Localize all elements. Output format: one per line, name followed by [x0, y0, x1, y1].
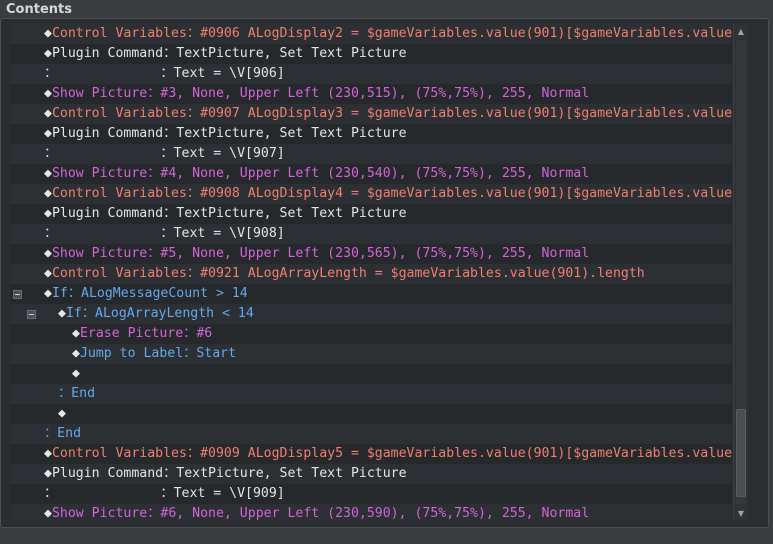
- command-bullet-icon: ◆: [44, 246, 52, 261]
- command-text: Plugin Command：TextPicture, Set Text Pic…: [51, 466, 407, 481]
- command-row[interactable]: ◆Show Picture：#5, None, Upper Left (230,…: [10, 244, 732, 264]
- collapse-toggle-icon[interactable]: [13, 290, 22, 299]
- command-row[interactable]: ◆Control Variables：#0909 ALogDisplay5 = …: [10, 444, 732, 464]
- scroll-thumb[interactable]: [736, 409, 746, 497]
- command-row[interactable]: ◆Show Picture：#3, None, Upper Left (230,…: [10, 84, 732, 104]
- command-row[interactable]: ： ：Text = \V[909]: [10, 484, 732, 504]
- command-text: Show Picture：#6, None, Upper Left (230,5…: [51, 506, 590, 520]
- collapse-toggle-icon[interactable]: [27, 310, 36, 319]
- command-row[interactable]: ◆Plugin Command：TextPicture, Set Text Pi…: [10, 204, 732, 224]
- command-row[interactable]: ◆Erase Picture：#6: [10, 324, 732, 344]
- command-row[interactable]: ◆Control Variables：#0907 ALogDisplay3 = …: [10, 104, 732, 124]
- command-bullet-icon: ◆: [72, 326, 80, 341]
- command-bullet-icon: ◆: [44, 446, 52, 461]
- command-bullet-icon: ◆: [72, 346, 80, 361]
- command-row[interactable]: ◆Jump to Label：Start: [10, 344, 732, 364]
- scroll-up-arrow-icon[interactable]: ▲: [734, 24, 748, 38]
- command-row[interactable]: ◆Control Variables：#0908 ALogDisplay4 = …: [10, 184, 732, 204]
- command-text: Plugin Command：TextPicture, Set Text Pic…: [51, 126, 407, 141]
- command-row[interactable]: ： ：Text = \V[907]: [10, 144, 732, 164]
- command-text: Control Variables：#0921 ALogArrayLength …: [51, 266, 645, 281]
- command-row[interactable]: ◆Plugin Command：TextPicture, Set Text Pi…: [10, 464, 732, 484]
- command-row[interactable]: ： ：Text = \V[908]: [10, 224, 732, 244]
- command-row[interactable]: ◆: [10, 364, 732, 384]
- command-text: ： ：Text = \V[908]: [44, 226, 285, 241]
- command-row[interactable]: ◆Plugin Command：TextPicture, Set Text Pi…: [10, 124, 732, 144]
- command-bullet-icon: ◆: [58, 406, 66, 421]
- command-bullet-icon: ◆: [58, 306, 66, 321]
- command-bullet-icon: ◆: [44, 466, 52, 481]
- command-bullet-icon: ◆: [44, 286, 52, 301]
- command-text: ：End: [44, 426, 82, 441]
- command-row[interactable]: ◆: [10, 404, 732, 424]
- command-text: Plugin Command：TextPicture, Set Text Pic…: [51, 206, 407, 221]
- command-text: Erase Picture：#6: [79, 326, 213, 341]
- command-text: Plugin Command：TextPicture, Set Text Pic…: [51, 46, 407, 61]
- bottom-strip: [0, 530, 773, 544]
- command-row[interactable]: ◆Control Variables：#0921 ALogArrayLength…: [10, 264, 732, 284]
- command-bullet-icon: ◆: [44, 26, 52, 41]
- panel-title: Contents: [6, 2, 72, 17]
- command-text: Show Picture：#3, None, Upper Left (230,5…: [51, 86, 590, 101]
- scroll-track[interactable]: [736, 40, 746, 504]
- command-bullet-icon: ◆: [72, 366, 80, 381]
- command-text: Control Variables：#0909 ALogDisplay5 = $…: [51, 446, 732, 461]
- command-text: ： ：Text = \V[909]: [44, 486, 285, 501]
- command-bullet-icon: ◆: [44, 206, 52, 221]
- command-bullet-icon: ◆: [44, 166, 52, 181]
- command-row[interactable]: ◆Plugin Command：TextPicture, Set Text Pi…: [10, 44, 732, 64]
- command-text: ： ：Text = \V[906]: [44, 66, 285, 81]
- event-command-list[interactable]: ◆Control Variables：#0906 ALogDisplay2 = …: [10, 24, 732, 520]
- vertical-scrollbar[interactable]: ▲ ▼: [733, 24, 748, 520]
- command-text: Jump to Label：Start: [79, 346, 237, 361]
- command-bullet-icon: ◆: [44, 46, 52, 61]
- command-row[interactable]: ◆Show Picture：#6, None, Upper Left (230,…: [10, 504, 732, 520]
- command-bullet-icon: ◆: [44, 506, 52, 520]
- command-text: ：End: [58, 386, 96, 401]
- scroll-down-arrow-icon[interactable]: ▼: [734, 506, 748, 520]
- command-row[interactable]: ◆If：ALogMessageCount > 14: [10, 284, 732, 304]
- command-bullet-icon: ◆: [44, 86, 52, 101]
- command-text: Show Picture：#4, None, Upper Left (230,5…: [51, 166, 590, 181]
- command-row[interactable]: ◆If：ALogArrayLength < 14: [10, 304, 732, 324]
- command-text: If：ALogArrayLength < 14: [65, 306, 254, 321]
- command-row[interactable]: ◆Show Picture：#4, None, Upper Left (230,…: [10, 164, 732, 184]
- command-row[interactable]: ：End: [10, 424, 732, 444]
- command-text: Control Variables：#0908 ALogDisplay4 = $…: [51, 186, 732, 201]
- command-bullet-icon: ◆: [44, 126, 52, 141]
- command-text: If：ALogMessageCount > 14: [51, 286, 248, 301]
- command-text: Show Picture：#5, None, Upper Left (230,5…: [51, 246, 590, 261]
- command-text: Control Variables：#0906 ALogDisplay2 = $…: [51, 26, 732, 41]
- command-text: Control Variables：#0907 ALogDisplay3 = $…: [51, 106, 732, 121]
- command-bullet-icon: ◆: [44, 186, 52, 201]
- command-bullet-icon: ◆: [44, 266, 52, 281]
- command-bullet-icon: ◆: [44, 106, 52, 121]
- command-text: ： ：Text = \V[907]: [44, 146, 285, 161]
- command-row[interactable]: ：End: [10, 384, 732, 404]
- command-row[interactable]: ◆Control Variables：#0906 ALogDisplay2 = …: [10, 24, 732, 44]
- command-row[interactable]: ： ：Text = \V[906]: [10, 64, 732, 84]
